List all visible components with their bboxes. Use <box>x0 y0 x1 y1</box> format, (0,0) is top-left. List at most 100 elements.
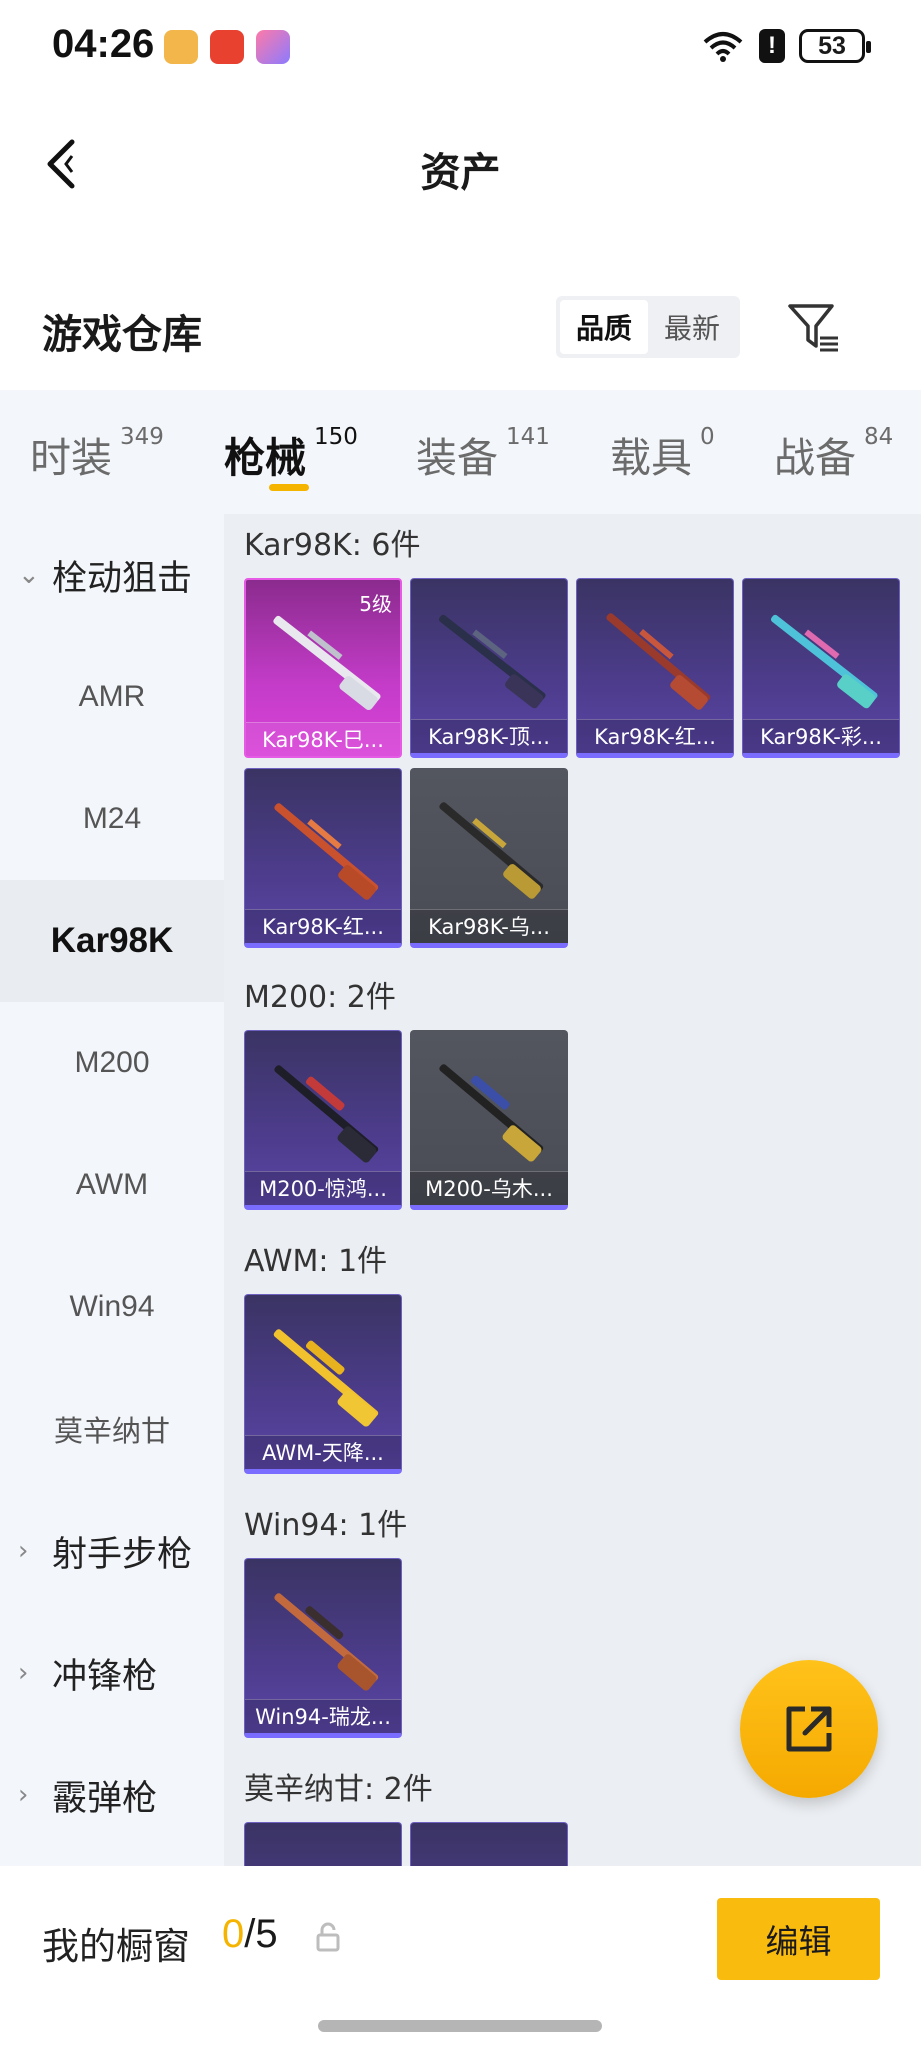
rifle-icon <box>274 1593 379 1691</box>
chevron-right-icon: › <box>18 1536 29 1566</box>
sidebar-item-m200[interactable]: M200 <box>0 1002 224 1124</box>
rifle-icon <box>438 614 546 709</box>
group-title: Win94: 1件 <box>244 1508 408 1543</box>
battery-icon: 53 <box>799 29 871 63</box>
weapon-card[interactable]: Kar98K-彩... <box>742 578 900 758</box>
sidebar-item-label: 栓动狙击 <box>52 558 193 599</box>
group-title: 莫辛纳甘: 2件 <box>244 1772 433 1807</box>
tab-weapons[interactable]: 枪械 150 <box>224 424 358 484</box>
showcase-bar: 我的橱窗 0/5 编辑 <box>0 1866 921 2050</box>
page-title: 资产 <box>420 150 501 196</box>
sidebar-item-m24[interactable]: M24 <box>0 758 224 880</box>
weapon-category-sidebar: ⌄ 栓动狙击 AMR M24 Kar98K M200 AWM Win94 莫辛纳… <box>0 514 224 1866</box>
tab-count: 0 <box>700 424 715 450</box>
active-tab-indicator <box>269 484 309 491</box>
sniper-icon <box>274 1065 379 1163</box>
edit-button[interactable]: 编辑 <box>717 1898 880 1980</box>
weapon-name: Kar98K-红... <box>577 719 733 753</box>
filter-icon[interactable] <box>786 302 842 356</box>
sort-option-newest[interactable]: 最新 <box>648 300 736 354</box>
home-indicator[interactable] <box>318 2020 602 2032</box>
sidebar-item-label: 冲锋枪 <box>52 1656 158 1697</box>
weapon-name: AWM-天降... <box>245 1435 401 1469</box>
sidebar-item-shotgun[interactable]: › 霰弹枪 <box>0 1734 224 1856</box>
weapon-name: Kar98K-彩... <box>743 719 899 753</box>
wifi-icon <box>703 32 743 62</box>
showcase-label: 我的橱窗 <box>42 1925 190 1968</box>
weapon-name: M200-惊鸿... <box>245 1171 401 1205</box>
sidebar-item-amr[interactable]: AMR <box>0 636 224 758</box>
rifle-icon <box>770 614 878 709</box>
rifle-icon <box>606 613 711 710</box>
group-title: M200: 2件 <box>244 980 396 1015</box>
showcase-count: 0/5 <box>222 1912 278 1957</box>
weapon-card[interactable] <box>244 1822 402 1866</box>
app-icon-orange <box>164 30 198 64</box>
sort-toggle: 品质 最新 <box>556 296 740 358</box>
weapon-card[interactable]: Kar98K-红... <box>244 768 402 948</box>
weapon-card[interactable]: Kar98K-红... <box>576 578 734 758</box>
weapon-card[interactable]: M200-惊鸿... <box>244 1030 402 1210</box>
external-share-icon <box>786 1706 832 1752</box>
weapon-card[interactable]: 5级 Kar98K-巳... <box>244 578 402 758</box>
chevron-right-icon: › <box>18 1780 29 1810</box>
sidebar-item-dmr[interactable]: › 射手步枪 <box>0 1490 224 1612</box>
tab-label: 装备 <box>416 434 498 482</box>
status-bar: 04:26 ! 53 <box>0 0 921 100</box>
sidebar-item-kar98k[interactable]: Kar98K <box>0 880 224 1002</box>
weapon-card[interactable]: Kar98K-顶... <box>410 578 568 758</box>
app-icon-red-camera <box>210 30 244 64</box>
sidebar-item-mosin[interactable]: 莫辛纳甘 <box>0 1368 224 1490</box>
weapon-card[interactable]: Kar98K-乌... <box>410 768 568 948</box>
rifle-icon <box>439 802 544 899</box>
level-badge: 5级 <box>359 592 392 616</box>
tab-tactical[interactable]: 战备 84 <box>774 424 893 484</box>
sidebar-item-label: 霰弹枪 <box>52 1778 158 1819</box>
tab-vehicles[interactable]: 载具 0 <box>610 424 715 484</box>
showcase-current: 0 <box>222 1912 245 1956</box>
rifle-icon <box>273 615 381 711</box>
alert-icon: ! <box>759 29 785 63</box>
rifle-icon <box>274 803 379 900</box>
tab-count: 150 <box>314 424 358 450</box>
weapon-name: Kar98K-乌... <box>410 909 568 943</box>
weapon-name: Win94-瑞龙... <box>245 1699 401 1733</box>
sniper-icon <box>439 1064 544 1162</box>
tab-count: 141 <box>506 424 550 450</box>
weapon-name: M200-乌木... <box>410 1171 568 1205</box>
weapon-name: Kar98K-红... <box>245 909 401 943</box>
sniper-icon <box>273 1329 379 1427</box>
app-icon-gradient <box>256 30 290 64</box>
share-fab-button[interactable] <box>740 1660 878 1798</box>
group-title: Kar98K: 6件 <box>244 528 421 563</box>
tab-count: 84 <box>864 424 894 450</box>
sort-option-quality[interactable]: 品质 <box>560 300 648 354</box>
lock-icon <box>316 1922 340 1952</box>
tab-label: 载具 <box>610 434 692 482</box>
sidebar-item-label: 射手步枪 <box>52 1534 193 1575</box>
sidebar-item-awm[interactable]: AWM <box>0 1124 224 1246</box>
tab-label: 枪械 <box>224 434 306 482</box>
nav-bar: 资产 <box>0 110 921 220</box>
warehouse-title: 游戏仓库 <box>42 312 202 358</box>
chevron-down-icon: ⌄ <box>18 560 40 590</box>
tab-equipment[interactable]: 装备 141 <box>416 424 550 484</box>
group-title: AWM: 1件 <box>244 1244 388 1279</box>
sidebar-item-bolt-sniper[interactable]: ⌄ 栓动狙击 <box>0 514 224 636</box>
status-time: 04:26 <box>52 22 155 66</box>
weapon-card[interactable]: AWM-天降... <box>244 1294 402 1474</box>
tab-label: 时装 <box>30 434 112 482</box>
tab-count: 349 <box>120 424 164 450</box>
sidebar-item-win94[interactable]: Win94 <box>0 1246 224 1368</box>
showcase-total: /5 <box>244 1912 278 1956</box>
chevron-right-icon: › <box>18 1658 29 1688</box>
category-tabs: 时装 349 枪械 150 装备 141 载具 0 战备 84 <box>0 390 921 514</box>
tab-label: 战备 <box>774 434 856 482</box>
weapon-card[interactable]: M200-乌木... <box>410 1030 568 1210</box>
weapon-name: Kar98K-顶... <box>411 719 567 753</box>
weapon-card[interactable]: Win94-瑞龙... <box>244 1558 402 1738</box>
tab-fashion[interactable]: 时装 349 <box>30 424 164 484</box>
sidebar-item-smg[interactable]: › 冲锋枪 <box>0 1612 224 1734</box>
weapon-card[interactable] <box>410 1822 568 1866</box>
weapon-name: Kar98K-巳... <box>246 722 400 756</box>
